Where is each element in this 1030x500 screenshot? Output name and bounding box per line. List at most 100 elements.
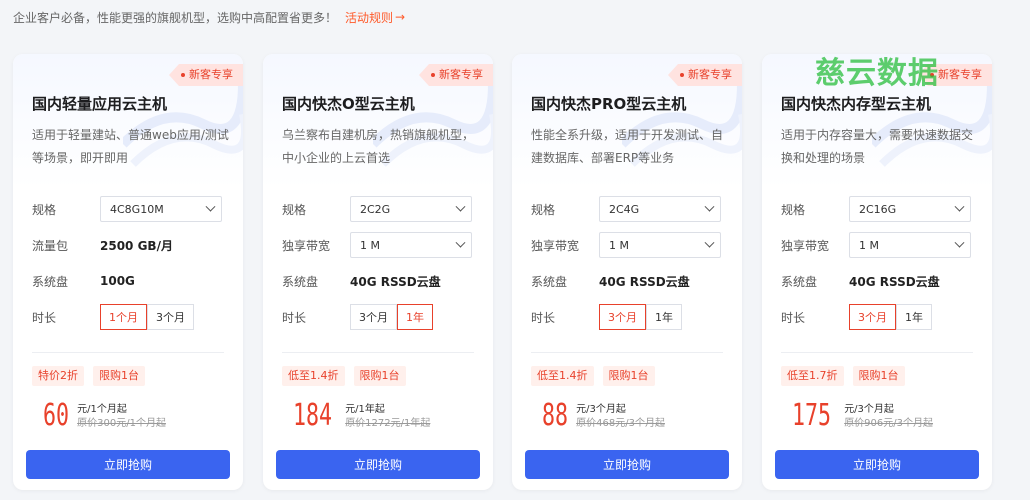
activity-rules-link[interactable]: 活动规则 → xyxy=(345,9,405,26)
divider xyxy=(32,352,224,353)
chevron-down-icon xyxy=(954,237,965,248)
chevron-down-icon xyxy=(455,201,466,212)
price-unit: 元/1年起 xyxy=(345,404,385,415)
watermark: 慈云数据 xyxy=(815,56,939,91)
new-customer-tag: 新客专享 xyxy=(419,64,493,86)
spec-label: 规格 xyxy=(282,202,307,217)
duration-selector: 3个月 1年 xyxy=(849,304,932,330)
discount-badge: 特价2折 xyxy=(32,366,84,386)
chevron-down-icon xyxy=(205,201,216,212)
buy-now-button[interactable]: 立即抢购 xyxy=(26,450,230,479)
duration-selector: 3个月 1年 xyxy=(350,304,433,330)
price-unit: 元/3个月起 xyxy=(576,404,626,415)
chevron-down-icon xyxy=(704,201,715,212)
disk-label: 系统盘 xyxy=(32,274,69,289)
divider xyxy=(531,352,723,353)
duration-option-1-month[interactable]: 1个月 xyxy=(100,304,147,330)
chevron-down-icon xyxy=(954,201,965,212)
price-unit: 元/1个月起 xyxy=(77,404,127,415)
spec-row: 规格 2C4G xyxy=(531,195,721,223)
limit-badge: 限购1台 xyxy=(353,366,406,386)
card-description: 适用于轻量建站、普通web应用/测试等场景，即开即用 xyxy=(32,128,229,165)
disk-value: 100G xyxy=(100,274,135,288)
disk-value: 40G RSSD云盘 xyxy=(350,274,441,289)
product-card-lightweight: 新客专享 国内轻量应用云主机 适用于轻量建站、普通web应用/测试等场景，即开即… xyxy=(13,54,243,490)
disk-row: 系统盘 40G RSSD云盘 xyxy=(781,267,940,295)
card-description: 乌兰察布自建机房，热销旗舰机型，中小企业的上云首选 xyxy=(282,128,475,165)
bandwidth-row: 独享带宽 1 M xyxy=(781,231,971,259)
promo-bar: 企业客户必备，性能更强的旗舰机型，选购中高配置省更多！ 活动规则 → xyxy=(13,8,405,26)
price-block: 88 元/3个月起 原价468元/3个月起 xyxy=(542,397,665,435)
disk-row: 系统盘 100G xyxy=(32,267,135,295)
price-unit: 元/3个月起 xyxy=(844,404,894,415)
duration-selector: 1个月 3个月 xyxy=(100,304,194,330)
buy-now-button[interactable]: 立即抢购 xyxy=(525,450,729,479)
duration-label: 时长 xyxy=(531,310,556,325)
arrow-right-icon: → xyxy=(395,10,406,24)
price-block: 175 元/3个月起 原价906元/3个月起 xyxy=(792,397,933,435)
bandwidth-select[interactable]: 1 M xyxy=(350,232,472,258)
card-title: 国内轻量应用云主机 xyxy=(32,95,168,113)
duration-label: 时长 xyxy=(282,310,307,325)
buy-now-button[interactable]: 立即抢购 xyxy=(276,450,480,479)
duration-option-1-year[interactable]: 1年 xyxy=(397,304,433,330)
price-value: 60 xyxy=(43,398,70,433)
bandwidth-select[interactable]: 1 M xyxy=(599,232,721,258)
new-customer-tag: 新客专享 xyxy=(668,64,742,86)
duration-option-1-year[interactable]: 1年 xyxy=(896,304,932,330)
card-title: 国内快杰PRO型云主机 xyxy=(531,95,687,113)
duration-option-3-months[interactable]: 3个月 xyxy=(350,304,397,330)
bandwidth-row: 独享带宽 1 M xyxy=(282,231,472,259)
duration-label: 时长 xyxy=(781,310,806,325)
spec-label: 规格 xyxy=(531,202,556,217)
duration-label: 时长 xyxy=(32,310,57,325)
traffic-row: 流量包 2500 GB/月 xyxy=(32,231,173,259)
limit-badge: 限购1台 xyxy=(852,366,905,386)
duration-row: 时长 3个月 1年 xyxy=(282,303,433,331)
buy-now-button[interactable]: 立即抢购 xyxy=(775,450,979,479)
duration-row: 时长 3个月 1年 xyxy=(781,303,932,331)
spec-select[interactable]: 4C8G10M xyxy=(100,196,222,222)
spec-row: 规格 4C8G10M xyxy=(32,195,222,223)
chevron-down-icon xyxy=(455,237,466,248)
discount-badge: 低至1.4折 xyxy=(282,366,345,386)
price-value: 184 xyxy=(293,398,333,433)
spec-row: 规格 2C2G xyxy=(282,195,472,223)
badges: 低至1.4折 限购1台 xyxy=(282,366,406,386)
spec-row: 规格 2C16G xyxy=(781,195,971,223)
duration-selector: 3个月 1年 xyxy=(599,304,682,330)
bandwidth-label: 独享带宽 xyxy=(531,238,580,253)
spec-select[interactable]: 2C16G xyxy=(849,196,971,222)
activity-rules-label: 活动规则 xyxy=(345,10,394,25)
duration-row: 时长 1个月 3个月 xyxy=(32,303,194,331)
disk-label: 系统盘 xyxy=(531,274,568,289)
new-customer-tag: 新客专享 xyxy=(169,64,243,86)
disk-label: 系统盘 xyxy=(282,274,319,289)
disk-value: 40G RSSD云盘 xyxy=(849,274,940,289)
divider xyxy=(282,352,474,353)
original-price: 原价906元/3个月起 xyxy=(844,418,934,429)
bandwidth-row: 独享带宽 1 M xyxy=(531,231,721,259)
card-title: 国内快杰O型云主机 xyxy=(282,95,415,113)
disk-row: 系统盘 40G RSSD云盘 xyxy=(531,267,690,295)
discount-badge: 低至1.4折 xyxy=(531,366,594,386)
card-description: 适用于内存容量大，需要快速数据交换和处理的场景 xyxy=(781,128,974,165)
traffic-value: 2500 GB/月 xyxy=(100,238,173,253)
duration-option-3-months[interactable]: 3个月 xyxy=(599,304,646,330)
duration-option-3-months[interactable]: 3个月 xyxy=(849,304,896,330)
spec-select[interactable]: 2C2G xyxy=(350,196,472,222)
spec-label: 规格 xyxy=(32,202,57,217)
duration-row: 时长 3个月 1年 xyxy=(531,303,682,331)
chevron-down-icon xyxy=(704,237,715,248)
bandwidth-label: 独享带宽 xyxy=(781,238,830,253)
duration-option-3-months[interactable]: 3个月 xyxy=(147,304,194,330)
spec-select[interactable]: 2C4G xyxy=(599,196,721,222)
card-description: 性能全系升级，适用于开发测试、自建数据库、部署ERP等业务 xyxy=(531,128,724,165)
duration-option-1-year[interactable]: 1年 xyxy=(646,304,682,330)
divider xyxy=(781,352,973,353)
product-card-pro-type: 新客专享 国内快杰PRO型云主机 性能全系升级，适用于开发测试、自建数据库、部署… xyxy=(512,54,742,490)
price-value: 88 xyxy=(542,398,569,433)
price-block: 60 元/1个月起 原价300元/1个月起 xyxy=(43,397,166,435)
badges: 低至1.4折 限购1台 xyxy=(531,366,655,386)
bandwidth-select[interactable]: 1 M xyxy=(849,232,971,258)
